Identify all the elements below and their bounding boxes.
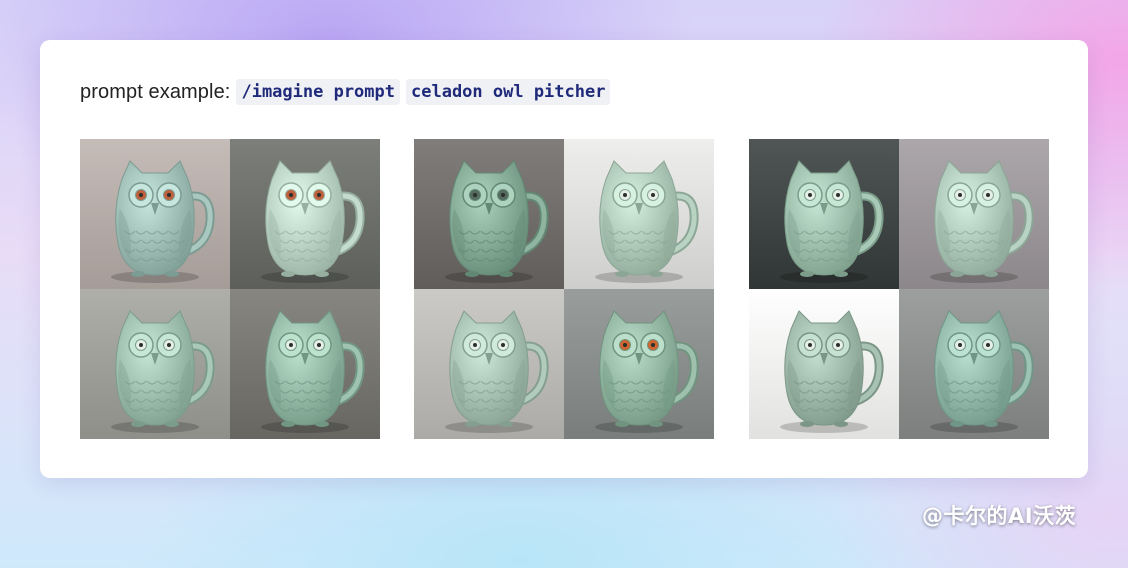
watermark: @卡尔的AI沃茨 [922, 504, 1077, 528]
owl-pitcher-image[interactable] [564, 139, 714, 289]
prompt-example-line: prompt example: /imagine prompt celadon … [80, 78, 611, 106]
owl-pitcher-image[interactable] [414, 139, 564, 289]
content-card: prompt example: /imagine prompt celadon … [40, 40, 1088, 478]
owl-pitcher-image[interactable] [80, 139, 230, 289]
owl-pitcher-image[interactable] [899, 289, 1049, 439]
owl-pitcher-image[interactable] [899, 139, 1049, 289]
image-grid[interactable] [414, 139, 714, 439]
prompt-command-code: /imagine prompt [236, 79, 400, 105]
owl-pitcher-image[interactable] [230, 289, 380, 439]
owl-pitcher-image[interactable] [414, 289, 564, 439]
prompt-text-code: celadon owl pitcher [406, 79, 611, 105]
owl-pitcher-image[interactable] [749, 289, 899, 439]
owl-pitcher-image[interactable] [749, 139, 899, 289]
owl-pitcher-image[interactable] [230, 139, 380, 289]
image-grid[interactable] [80, 139, 380, 439]
image-grid[interactable] [749, 139, 1049, 439]
prompt-label: prompt example: [80, 80, 231, 103]
owl-pitcher-image[interactable] [80, 289, 230, 439]
owl-pitcher-image[interactable] [564, 289, 714, 439]
